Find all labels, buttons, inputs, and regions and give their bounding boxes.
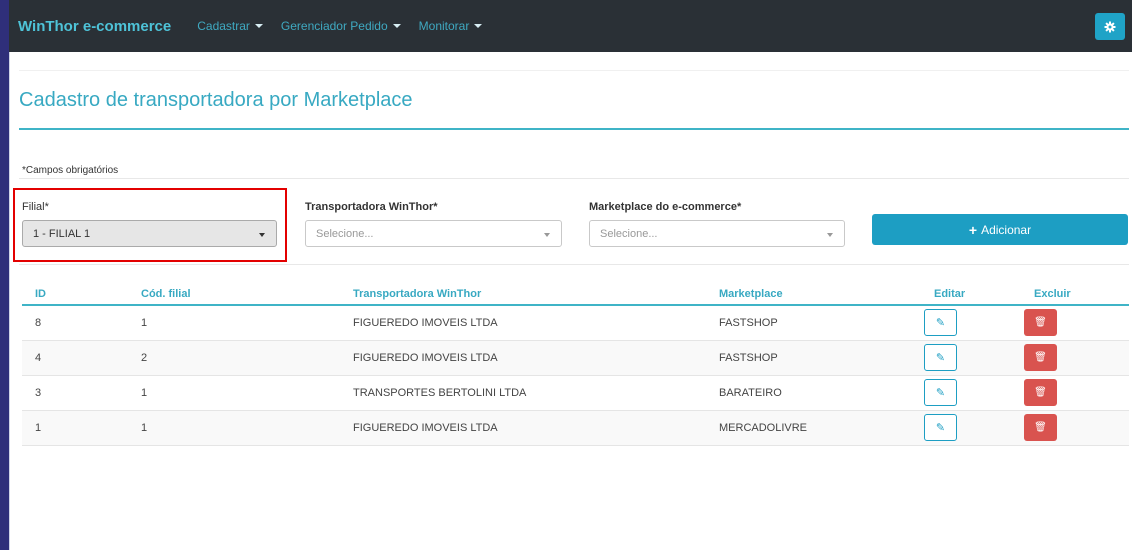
trash-icon: 🗑: [1034, 387, 1047, 398]
marketplace-label: Marketplace do e-commerce*: [589, 201, 742, 213]
table-row: 4 2 FIGUEREDO IMOVEIS LTDA FASTSHOP ✎ 🗑: [22, 339, 1129, 375]
trash-icon: 🗑: [1034, 352, 1047, 363]
delete-button[interactable]: 🗑: [1024, 414, 1057, 441]
cell-editar: ✎: [921, 339, 1021, 375]
cell-id: 4: [22, 339, 128, 375]
caret-down-icon: [392, 24, 401, 28]
cell-excluir: 🗑: [1021, 409, 1129, 446]
trash-icon: 🗑: [1034, 422, 1047, 433]
add-button-label: Adicionar: [981, 222, 1032, 237]
cell-cod-filial: 2: [128, 339, 340, 375]
caret-down-icon: [474, 24, 483, 28]
marketplace-select-placeholder: Selecione...: [600, 227, 658, 240]
divider: [19, 264, 1129, 265]
nav-menu-monitorar[interactable]: Monitorar: [419, 19, 483, 33]
marketplace-select[interactable]: Selecione...: [589, 220, 845, 247]
filial-select[interactable]: 1 - FILIAL 1: [22, 220, 277, 247]
filial-select-value: 1 - FILIAL 1: [33, 227, 91, 240]
cell-transportadora: FIGUEREDO IMOVEIS LTDA: [340, 304, 706, 340]
delete-button[interactable]: 🗑: [1024, 379, 1057, 406]
navbar: WinThor e-commerce Cadastrar Gerenciador…: [9, 0, 1132, 52]
page-title: Cadastro de transportadora por Marketpla…: [19, 89, 413, 111]
table-row: 3 1 TRANSPORTES BERTOLINI LTDA BARATEIRO…: [22, 374, 1129, 410]
nav-menu-cadastrar[interactable]: Cadastrar: [197, 19, 263, 33]
gear-icon: [1104, 21, 1116, 32]
edit-icon: ✎: [935, 422, 946, 434]
required-fields-note: *Campos obrigatórios: [22, 165, 119, 176]
chevron-down-icon: [259, 233, 265, 237]
trash-icon: 🗑: [1034, 317, 1047, 329]
cell-editar: ✎: [921, 304, 1021, 340]
cell-marketplace: FASTSHOP: [706, 304, 921, 340]
add-button[interactable]: + Adicionar: [872, 214, 1128, 245]
cell-transportadora: TRANSPORTES BERTOLINI LTDA: [340, 374, 706, 410]
transportadora-select[interactable]: Selecione...: [305, 220, 562, 247]
divider: [19, 70, 1129, 71]
nav-menu-gerenciador-pedido[interactable]: Gerenciador Pedido: [281, 19, 401, 33]
divider: [19, 178, 1129, 179]
cell-marketplace: FASTSHOP: [706, 339, 921, 375]
delete-button[interactable]: 🗑: [1024, 309, 1057, 337]
cell-id: 1: [22, 409, 128, 446]
cell-transportadora: FIGUEREDO IMOVEIS LTDA: [340, 339, 706, 375]
table-row: 8 1 FIGUEREDO IMOVEIS LTDA FASTSHOP ✎ 🗑: [22, 304, 1129, 340]
nav-menu-cadastrar-label: Cadastrar: [197, 19, 250, 33]
delete-button[interactable]: 🗑: [1024, 344, 1057, 371]
edit-icon: ✎: [935, 352, 946, 364]
cell-cod-filial: 1: [128, 409, 340, 446]
cell-editar: ✎: [921, 374, 1021, 410]
cell-cod-filial: 1: [128, 304, 340, 340]
window-frame-line: [9, 0, 10, 550]
caret-down-icon: [254, 24, 263, 28]
cell-id: 8: [22, 304, 128, 340]
nav-menu-monitorar-label: Monitorar: [418, 19, 470, 33]
title-divider: [19, 128, 1129, 130]
cell-excluir: 🗑: [1021, 374, 1129, 410]
column-header-marketplace: Marketplace: [706, 283, 921, 306]
edit-icon: ✎: [935, 387, 946, 399]
cell-id: 3: [22, 374, 128, 410]
column-header-id: ID: [22, 283, 128, 306]
filial-label: Filial*: [22, 201, 49, 213]
edit-button[interactable]: ✎: [924, 309, 957, 337]
cell-transportadora: FIGUEREDO IMOVEIS LTDA: [340, 409, 706, 446]
column-header-cod-filial: Cód. filial: [128, 283, 340, 306]
transportadora-label: Transportadora WinThor*: [305, 201, 438, 213]
cell-excluir: 🗑: [1021, 304, 1129, 340]
cell-excluir: 🗑: [1021, 339, 1129, 375]
edit-icon: ✎: [935, 317, 946, 330]
column-header-excluir: Excluir: [1021, 283, 1129, 306]
nav-menu-gerenciador-pedido-label: Gerenciador Pedido: [280, 19, 388, 33]
cell-cod-filial: 1: [128, 374, 340, 410]
brand-link[interactable]: WinThor e-commerce: [18, 18, 171, 35]
edit-button[interactable]: ✎: [924, 414, 957, 441]
settings-button[interactable]: [1095, 13, 1125, 40]
chevron-down-icon: [827, 233, 833, 237]
transportadora-select-placeholder: Selecione...: [316, 227, 374, 240]
transportadora-table: ID Cód. filial Transportadora WinThor Ma…: [22, 283, 1129, 446]
column-header-editar: Editar: [921, 283, 1021, 306]
edit-button[interactable]: ✎: [924, 344, 957, 371]
plus-icon: +: [968, 221, 978, 238]
cell-marketplace: BARATEIRO: [706, 374, 921, 410]
column-header-transportadora: Transportadora WinThor: [340, 283, 706, 306]
window-frame-left: [0, 0, 9, 550]
table-row: 1 1 FIGUEREDO IMOVEIS LTDA MERCADOLIVRE …: [22, 409, 1129, 446]
edit-button[interactable]: ✎: [924, 379, 957, 406]
cell-marketplace: MERCADOLIVRE: [706, 409, 921, 446]
chevron-down-icon: [544, 233, 550, 237]
cell-editar: ✎: [921, 409, 1021, 446]
table-header-row: ID Cód. filial Transportadora WinThor Ma…: [22, 283, 1129, 306]
